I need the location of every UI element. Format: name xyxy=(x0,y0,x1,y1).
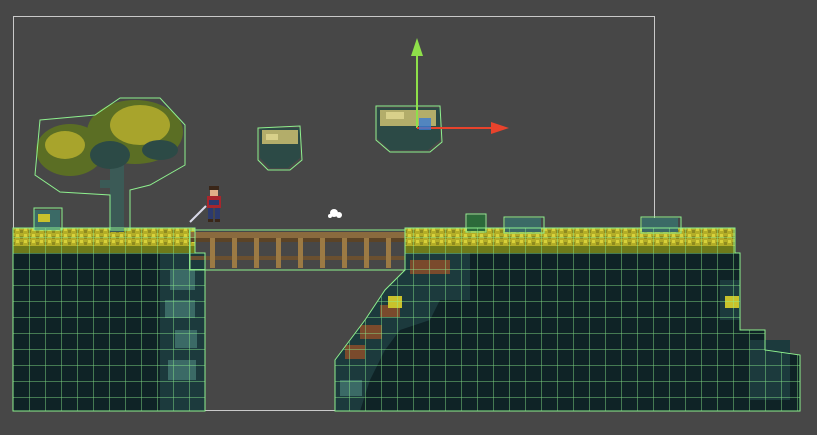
swordsman-player-icon[interactable] xyxy=(189,186,221,223)
white-sparkle-icon[interactable] xyxy=(328,209,342,218)
wooden-bridge[interactable] xyxy=(190,232,405,268)
scene-view[interactable] xyxy=(0,0,817,435)
scene-canvas[interactable] xyxy=(0,0,817,435)
right-arrow-icon[interactable] xyxy=(491,122,509,134)
gizmo-center-handle[interactable] xyxy=(419,118,431,130)
up-arrow-icon[interactable] xyxy=(411,38,423,56)
floating-rock-platform-icon[interactable] xyxy=(260,128,300,168)
transform-gizmo[interactable] xyxy=(411,38,509,134)
bush-left xyxy=(34,210,60,230)
